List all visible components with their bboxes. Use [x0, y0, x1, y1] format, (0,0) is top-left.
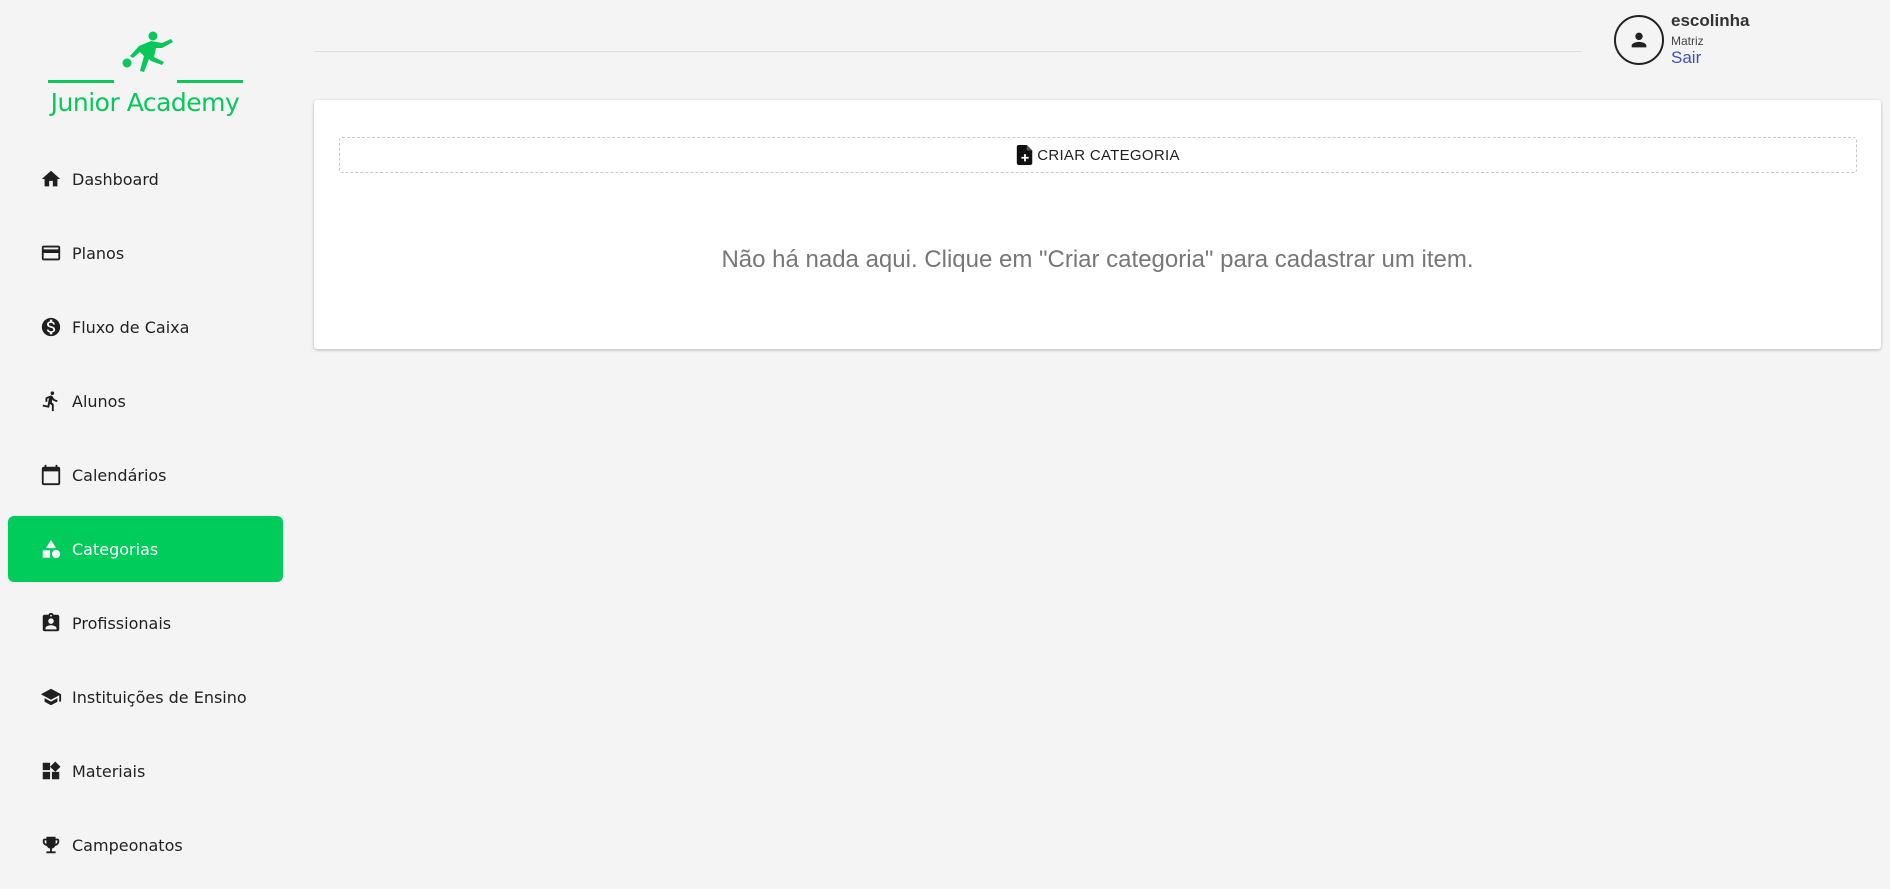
dollar-circle-icon — [40, 316, 62, 338]
sidebar-item-alunos[interactable]: Alunos — [8, 368, 283, 434]
sidebar-item-label: Materiais — [72, 761, 146, 781]
home-icon — [40, 168, 62, 190]
logo-line-right — [177, 80, 243, 83]
avatar[interactable] — [1614, 15, 1664, 65]
sidebar-item-fluxo-de-caixa[interactable]: Fluxo de Caixa — [8, 294, 283, 360]
empty-state-message: Não há nada aqui. Clique em "Criar categ… — [721, 246, 1474, 273]
sidebar-item-label: Campeonatos — [72, 835, 183, 855]
user-panel: escolinha Matriz Sair — [1614, 10, 1874, 70]
sidebar-item-label: Instituições de Ensino — [72, 687, 247, 707]
categories-card: CRIAR CATEGORIA Não há nada aqui. Clique… — [314, 100, 1881, 349]
sidebar-item-categorias[interactable]: Categorias — [8, 516, 283, 582]
soccer-player-icon — [122, 31, 173, 72]
running-person-icon — [40, 390, 62, 412]
sidebar-item-label: Fluxo de Caixa — [72, 317, 190, 337]
person-icon — [1631, 32, 1647, 48]
sidebar-item-instituicoes-de-ensino[interactable]: Instituições de Ensino — [8, 664, 283, 730]
create-category-label: CRIAR CATEGORIA — [1037, 146, 1180, 164]
brand-logo[interactable]: Junior Academy — [40, 28, 250, 123]
calendar-icon — [40, 464, 62, 486]
header-divider — [314, 51, 1582, 52]
sidebar-item-planos[interactable]: Planos — [8, 220, 283, 286]
file-plus-icon — [1017, 145, 1033, 165]
create-category-button[interactable]: CRIAR CATEGORIA — [339, 137, 1857, 173]
sidebar-item-label: Dashboard — [72, 169, 159, 189]
graduation-cap-icon — [40, 686, 62, 708]
trophy-icon — [40, 834, 62, 856]
sidebar-item-label: Planos — [72, 243, 125, 263]
logout-link[interactable]: Sair — [1671, 48, 1701, 68]
sidebar-item-label: Calendários — [72, 465, 167, 485]
sidebar-item-campeonatos[interactable]: Campeonatos — [8, 812, 283, 878]
sidebar-item-label: Profissionais — [72, 613, 172, 633]
sidebar-item-profissionais[interactable]: Profissionais — [8, 590, 283, 656]
user-name: escolinha — [1671, 11, 1750, 30]
widgets-icon — [40, 760, 62, 782]
sidebar-item-calendarios[interactable]: Calendários — [8, 442, 283, 508]
sidebar-item-dashboard[interactable]: Dashboard — [8, 146, 283, 212]
sidebar-item-materiais[interactable]: Materiais — [8, 738, 283, 804]
badge-icon — [40, 612, 62, 634]
sidebar: Junior Academy Dashboard Planos Fluxo de… — [0, 0, 290, 889]
user-role: Matriz — [1671, 34, 1704, 48]
logo-line-left — [48, 80, 114, 83]
credit-card-icon — [40, 242, 62, 264]
sidebar-nav: Dashboard Planos Fluxo de Caixa Alunos C… — [8, 146, 283, 886]
shapes-icon — [40, 538, 62, 560]
sidebar-item-label: Alunos — [72, 391, 126, 411]
sidebar-item-label: Categorias — [72, 539, 159, 559]
brand-name: Junior Academy — [50, 88, 240, 117]
